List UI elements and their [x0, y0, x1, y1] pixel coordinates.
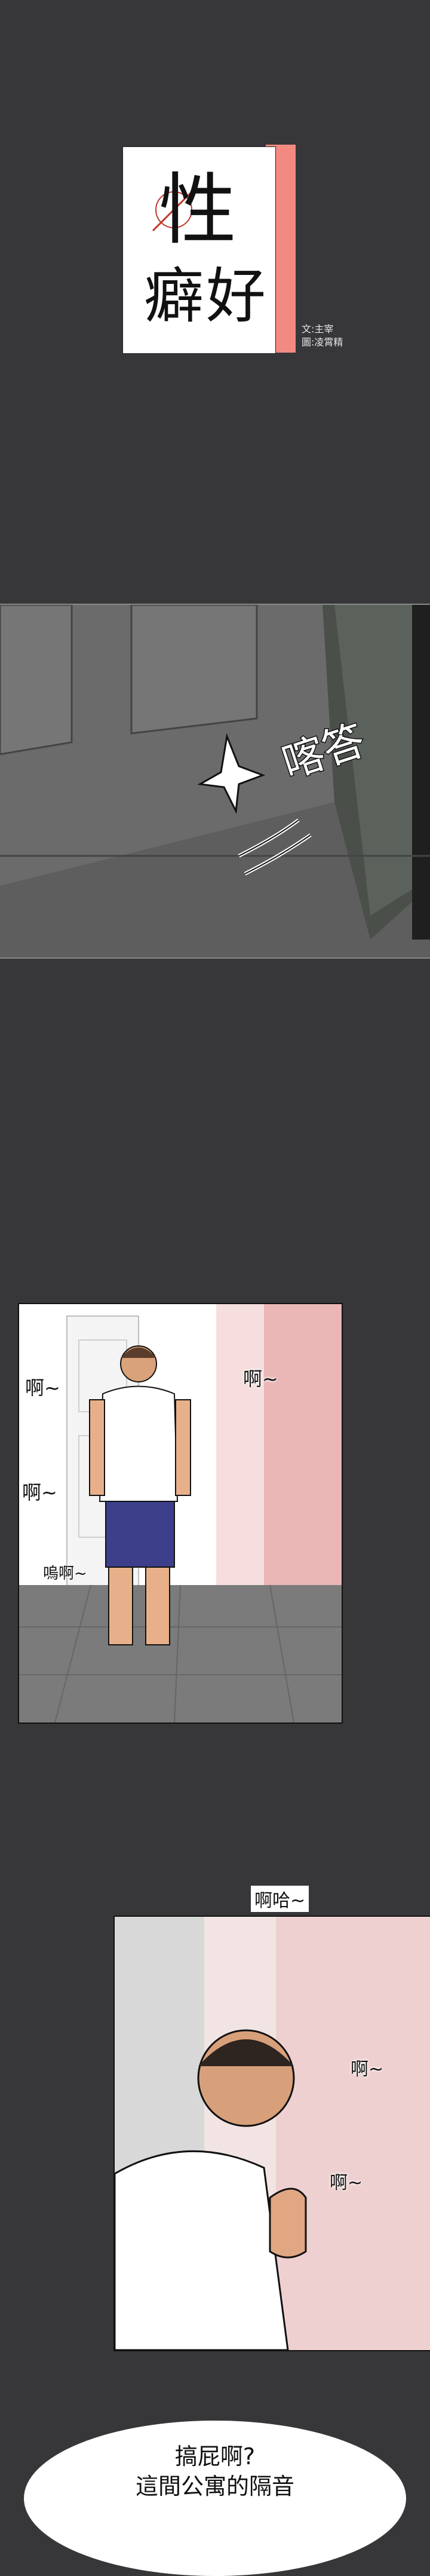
- moan-text-4: 嗚啊~: [43, 1565, 87, 1583]
- man-moan-2: 啊~: [330, 2173, 363, 2193]
- credit-writer: 文:主宰: [302, 323, 334, 335]
- man-panel: 啊~ 啊~: [113, 1916, 430, 2351]
- credits: 文:主宰 圖:凌霄精: [302, 323, 343, 349]
- credit-artist: 圖:凌霄精: [302, 336, 343, 348]
- title-main: 性: [159, 164, 237, 255]
- man-illustration: [115, 1917, 430, 2350]
- moan-text-2: 啊~: [243, 1367, 278, 1390]
- speech-line-2: 這間公寓的隔音: [135, 2473, 294, 2499]
- title-sub: 癖好: [144, 261, 268, 331]
- speech-text: 搞屁啊? 這間公寓的隔音: [0, 2442, 430, 2501]
- man-moan-1: 啊~: [351, 2059, 384, 2080]
- door-illustration: [0, 605, 430, 957]
- man-moan-top: 啊哈~: [251, 1886, 309, 1912]
- moan-text-3: 啊~: [22, 1481, 57, 1504]
- speech-line-1: 搞屁啊?: [174, 2443, 256, 2470]
- moan-text-1: 啊~: [25, 1376, 60, 1399]
- title-card: 性 癖好: [122, 146, 276, 354]
- room-illustration: [19, 1304, 342, 1723]
- door-panel: 喀答: [0, 604, 430, 959]
- room-panel: 啊~ 啊~ 啊~ 嗚啊~: [18, 1303, 343, 1724]
